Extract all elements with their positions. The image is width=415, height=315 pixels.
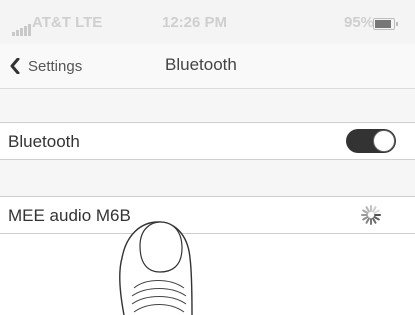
section-spacer — [0, 160, 415, 196]
section-spacer — [0, 89, 415, 122]
battery-percent: 95% — [344, 14, 375, 31]
spinner-tick — [373, 216, 380, 221]
spinner-tick — [373, 209, 380, 214]
battery-icon — [373, 18, 398, 30]
spinner-tick — [372, 206, 377, 213]
spinner-tick — [365, 206, 370, 213]
back-button[interactable]: Settings — [10, 53, 82, 79]
chevron-left-icon — [10, 58, 20, 74]
status-time: 12:26 PM — [162, 14, 228, 31]
activity-spinner-icon — [361, 205, 381, 225]
page-title: Bluetooth — [165, 55, 237, 74]
finger-tap-illustration — [119, 221, 193, 315]
spinner-tick — [362, 216, 369, 221]
toggle-knob — [373, 130, 395, 152]
carrier-label: AT&T LTE — [32, 14, 103, 31]
bluetooth-toggle[interactable] — [346, 129, 396, 153]
status-bar: AT&T LTE 12:26 PM 95% — [0, 0, 415, 45]
signal-bars-icon — [12, 18, 32, 36]
bluetooth-label: Bluetooth — [8, 132, 80, 151]
navigation-bar: Settings Bluetooth — [0, 44, 415, 89]
phone-screen: AT&T LTE 12:26 PM 95% Settings Bluetooth… — [0, 0, 415, 315]
spinner-tick — [362, 209, 369, 214]
spinner-tick — [372, 217, 377, 224]
spinner-tick — [365, 217, 370, 224]
bluetooth-toggle-row: Bluetooth — [0, 122, 415, 160]
back-label: Settings — [28, 57, 83, 75]
